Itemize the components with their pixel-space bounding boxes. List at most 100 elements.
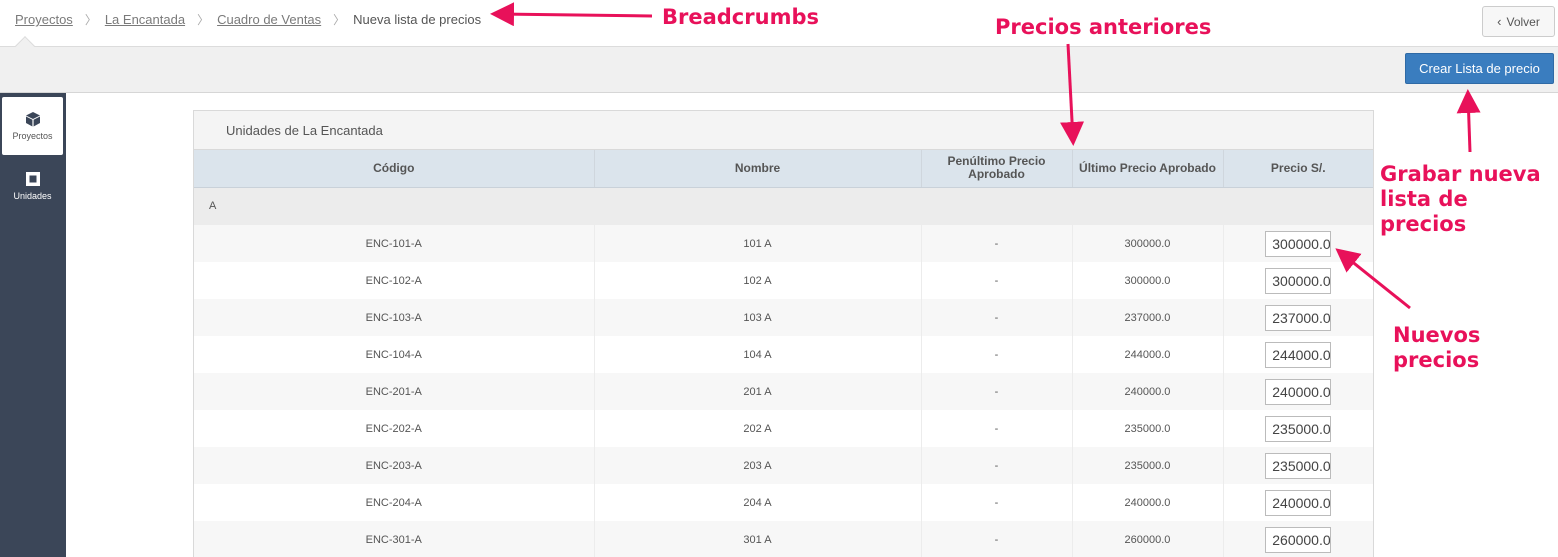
sidebar-item-proyectos[interactable]: Proyectos — [2, 97, 63, 155]
cell-nombre: 203 A — [594, 447, 922, 484]
table-row: ENC-203-A 203 A -235000.0 — [194, 447, 1373, 484]
cell-penultimo-precio: - — [921, 336, 1073, 373]
sidebar-item-unidades[interactable]: Unidades — [2, 157, 63, 215]
cell-precio — [1223, 484, 1373, 521]
cell-penultimo-precio: - — [921, 262, 1073, 299]
group-row: A — [194, 187, 1373, 225]
breadcrumb-link-cuadro-de-ventas[interactable]: Cuadro de Ventas — [217, 12, 321, 27]
cell-precio — [1223, 225, 1373, 262]
annotation-nuevos-precios: Nuevos precios — [1393, 323, 1480, 373]
cell-codigo: ENC-201-A — [194, 373, 595, 410]
table-row: ENC-201-A 201 A -240000.0 — [194, 373, 1373, 410]
table-row: ENC-204-A 204 A -240000.0 — [194, 484, 1373, 521]
sidebar-item-label: Proyectos — [12, 131, 53, 141]
annotation-breadcrumbs: Breadcrumbs — [662, 5, 819, 29]
sidebar-item-label: Unidades — [13, 191, 52, 201]
cell-nombre: 102 A — [594, 262, 922, 299]
chevron-left-icon: ‹ — [1497, 14, 1502, 29]
cell-precio — [1223, 410, 1373, 447]
cell-penultimo-precio: - — [921, 373, 1073, 410]
price-input[interactable] — [1265, 452, 1332, 479]
units-panel: Unidades de La Encantada Código Nombre P… — [193, 110, 1374, 557]
breadcrumb-separator-icon: 〉 — [333, 13, 346, 27]
price-input[interactable] — [1265, 341, 1332, 368]
cell-codigo: ENC-104-A — [194, 336, 595, 373]
price-input[interactable] — [1265, 526, 1332, 553]
cell-codigo: ENC-103-A — [194, 299, 595, 336]
cell-ultimo-precio: 300000.0 — [1072, 225, 1224, 262]
cell-nombre: 301 A — [594, 521, 922, 557]
cell-penultimo-precio: - — [921, 484, 1073, 521]
cell-nombre: 101 A — [594, 225, 922, 262]
sidebar: Proyectos Unidades — [0, 93, 66, 557]
square-icon — [25, 172, 40, 186]
cell-precio — [1223, 336, 1373, 373]
price-input[interactable] — [1265, 304, 1332, 331]
toolbar: Crear Lista de precio — [0, 36, 1558, 93]
cell-nombre: 104 A — [594, 336, 922, 373]
column-header-nombre[interactable]: Nombre — [594, 150, 922, 188]
panel-title: Unidades de La Encantada — [194, 111, 1373, 150]
table-row: ENC-102-A 102 A -300000.0 — [194, 262, 1373, 299]
cell-nombre: 202 A — [594, 410, 922, 447]
create-price-list-button[interactable]: Crear Lista de precio — [1405, 53, 1554, 84]
cell-ultimo-precio: 235000.0 — [1072, 410, 1224, 447]
table-row: ENC-101-A 101 A -300000.0 — [194, 225, 1373, 262]
breadcrumb-separator-icon: 〉 — [197, 13, 210, 27]
cell-codigo: ENC-102-A — [194, 262, 595, 299]
cell-codigo: ENC-203-A — [194, 447, 595, 484]
column-header-ultimo[interactable]: Último Precio Aprobado — [1072, 150, 1224, 188]
cell-codigo: ENC-204-A — [194, 484, 595, 521]
price-input[interactable] — [1265, 415, 1332, 442]
cell-codigo: ENC-301-A — [194, 521, 595, 557]
column-header-penultimo[interactable]: Penúltimo Precio Aprobado — [921, 150, 1073, 188]
annotation-nuevos-line2: precios — [1393, 348, 1480, 372]
cell-precio — [1223, 447, 1373, 484]
cell-ultimo-precio: 244000.0 — [1072, 336, 1224, 373]
price-table: Código Nombre Penúltimo Precio Aprobado … — [194, 150, 1373, 557]
breadcrumb-separator-icon: 〉 — [84, 13, 97, 27]
cell-penultimo-precio: - — [921, 410, 1073, 447]
back-button[interactable]: ‹ Volver — [1482, 6, 1555, 37]
cube-icon — [25, 112, 40, 127]
breadcrumb-link-proyectos[interactable]: Proyectos — [15, 12, 73, 27]
back-button-label: Volver — [1506, 14, 1540, 29]
table-header-row: Código Nombre Penúltimo Precio Aprobado … — [194, 150, 1373, 188]
column-header-codigo[interactable]: Código — [194, 150, 595, 188]
cell-ultimo-precio: 237000.0 — [1072, 299, 1224, 336]
cell-precio — [1223, 262, 1373, 299]
cell-penultimo-precio: - — [921, 299, 1073, 336]
arrow-to-create-button — [1456, 89, 1481, 153]
annotation-precios-anteriores: Precios anteriores — [995, 15, 1212, 39]
cell-penultimo-precio: - — [921, 225, 1073, 262]
cell-nombre: 204 A — [594, 484, 922, 521]
cell-precio — [1223, 373, 1373, 410]
table-row: ENC-103-A 103 A -237000.0 — [194, 299, 1373, 336]
table-row: ENC-202-A 202 A -235000.0 — [194, 410, 1373, 447]
breadcrumb-link-la-encantada[interactable]: La Encantada — [105, 12, 185, 27]
price-input[interactable] — [1265, 378, 1332, 405]
annotation-grabar-line2: lista de precios — [1380, 187, 1468, 236]
cell-penultimo-precio: - — [921, 447, 1073, 484]
cell-precio — [1223, 299, 1373, 336]
breadcrumb-current: Nueva lista de precios — [353, 12, 482, 27]
column-header-precio[interactable]: Precio S/. — [1223, 150, 1373, 188]
annotation-grabar: Grabar nueva lista de precios — [1380, 162, 1558, 237]
cell-ultimo-precio: 300000.0 — [1072, 262, 1224, 299]
cell-ultimo-precio: 235000.0 — [1072, 447, 1224, 484]
table-row: ENC-301-A 301 A -260000.0 — [194, 521, 1373, 557]
price-input[interactable] — [1265, 489, 1332, 516]
cell-penultimo-precio: - — [921, 521, 1073, 557]
cell-ultimo-precio: 240000.0 — [1072, 484, 1224, 521]
cell-precio — [1223, 521, 1373, 557]
price-input[interactable] — [1265, 267, 1332, 294]
cell-nombre: 103 A — [594, 299, 922, 336]
cell-codigo: ENC-202-A — [194, 410, 595, 447]
price-input[interactable] — [1265, 230, 1332, 257]
table-row: ENC-104-A 104 A -244000.0 — [194, 336, 1373, 373]
cell-ultimo-precio: 240000.0 — [1072, 373, 1224, 410]
cell-codigo: ENC-101-A — [194, 225, 595, 262]
annotation-grabar-line1: Grabar nueva — [1380, 162, 1541, 186]
group-label: A — [194, 187, 1373, 225]
breadcrumb: Proyectos 〉 La Encantada 〉 Cuadro de Ven… — [15, 11, 481, 28]
